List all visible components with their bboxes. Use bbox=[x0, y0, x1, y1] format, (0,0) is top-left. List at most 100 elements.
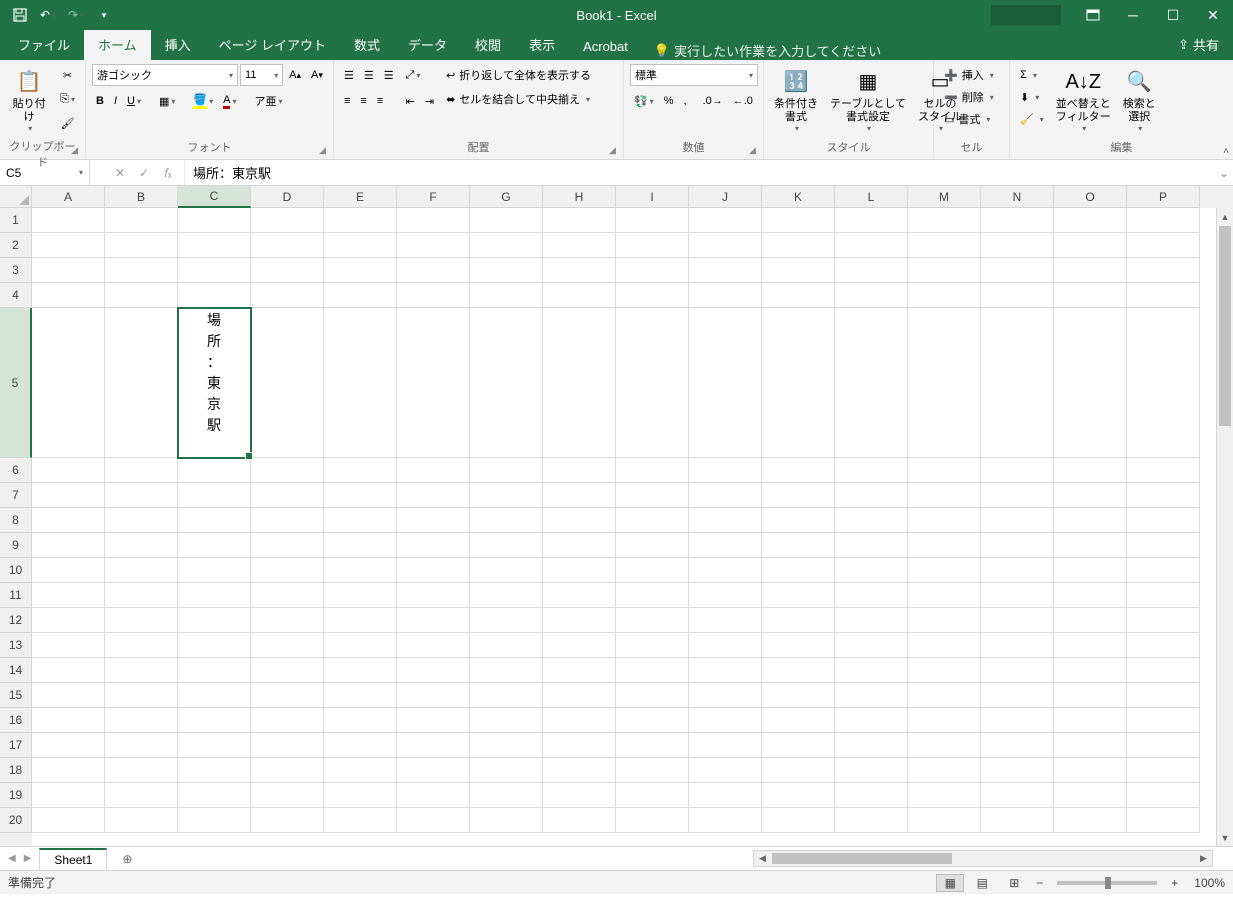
row-header-18[interactable]: 18 bbox=[0, 758, 32, 783]
cell-I12[interactable] bbox=[616, 608, 689, 633]
cell-F4[interactable] bbox=[397, 283, 470, 308]
cell-L7[interactable] bbox=[835, 483, 908, 508]
cell-F9[interactable] bbox=[397, 533, 470, 558]
cell-P15[interactable] bbox=[1127, 683, 1200, 708]
cell-A15[interactable] bbox=[32, 683, 105, 708]
cell-E2[interactable] bbox=[324, 233, 397, 258]
cell-P4[interactable] bbox=[1127, 283, 1200, 308]
cell-G2[interactable] bbox=[470, 233, 543, 258]
cell-I2[interactable] bbox=[616, 233, 689, 258]
cell-C5[interactable]: 場所：東京駅 bbox=[178, 308, 251, 458]
cell-A4[interactable] bbox=[32, 283, 105, 308]
cell-E19[interactable] bbox=[324, 783, 397, 808]
cell-E5[interactable] bbox=[324, 308, 397, 458]
align-left-button[interactable]: ≡ bbox=[340, 90, 354, 112]
scroll-up-button[interactable]: ▲ bbox=[1217, 208, 1233, 225]
cell-A5[interactable] bbox=[32, 308, 105, 458]
cell-K10[interactable] bbox=[762, 558, 835, 583]
cell-K5[interactable] bbox=[762, 308, 835, 458]
cell-O16[interactable] bbox=[1054, 708, 1127, 733]
cell-A8[interactable] bbox=[32, 508, 105, 533]
cell-L11[interactable] bbox=[835, 583, 908, 608]
zoom-slider[interactable] bbox=[1057, 881, 1157, 885]
cell-J18[interactable] bbox=[689, 758, 762, 783]
cell-L5[interactable] bbox=[835, 308, 908, 458]
align-bottom-button[interactable]: ☰ bbox=[380, 64, 398, 86]
cell-N16[interactable] bbox=[981, 708, 1054, 733]
column-header-D[interactable]: D bbox=[251, 186, 324, 208]
cell-N13[interactable] bbox=[981, 633, 1054, 658]
cell-O8[interactable] bbox=[1054, 508, 1127, 533]
cell-K6[interactable] bbox=[762, 458, 835, 483]
cell-L4[interactable] bbox=[835, 283, 908, 308]
cell-D13[interactable] bbox=[251, 633, 324, 658]
cell-G19[interactable] bbox=[470, 783, 543, 808]
cell-M6[interactable] bbox=[908, 458, 981, 483]
row-header-20[interactable]: 20 bbox=[0, 808, 32, 833]
cell-B17[interactable] bbox=[105, 733, 178, 758]
row-header-1[interactable]: 1 bbox=[0, 208, 32, 233]
cell-N11[interactable] bbox=[981, 583, 1054, 608]
cell-H13[interactable] bbox=[543, 633, 616, 658]
cell-K11[interactable] bbox=[762, 583, 835, 608]
horizontal-scroll-thumb[interactable] bbox=[772, 853, 952, 864]
cell-G13[interactable] bbox=[470, 633, 543, 658]
sheet-nav-next[interactable]: ▶ bbox=[24, 853, 32, 864]
cell-G8[interactable] bbox=[470, 508, 543, 533]
cell-N1[interactable] bbox=[981, 208, 1054, 233]
cell-J1[interactable] bbox=[689, 208, 762, 233]
cell-G18[interactable] bbox=[470, 758, 543, 783]
cell-B20[interactable] bbox=[105, 808, 178, 833]
zoom-level[interactable]: 100% bbox=[1194, 876, 1225, 890]
align-top-button[interactable]: ☰ bbox=[340, 64, 358, 86]
cell-C4[interactable] bbox=[178, 283, 251, 308]
cell-B2[interactable] bbox=[105, 233, 178, 258]
cell-H8[interactable] bbox=[543, 508, 616, 533]
cell-F11[interactable] bbox=[397, 583, 470, 608]
cell-J13[interactable] bbox=[689, 633, 762, 658]
cell-C6[interactable] bbox=[178, 458, 251, 483]
cell-B4[interactable] bbox=[105, 283, 178, 308]
cell-N18[interactable] bbox=[981, 758, 1054, 783]
formula-input[interactable]: 場所：東京駅 bbox=[185, 160, 1215, 185]
cell-O11[interactable] bbox=[1054, 583, 1127, 608]
cell-A20[interactable] bbox=[32, 808, 105, 833]
cell-K4[interactable] bbox=[762, 283, 835, 308]
collapse-ribbon-button[interactable]: ˄ bbox=[1223, 146, 1229, 157]
cell-D8[interactable] bbox=[251, 508, 324, 533]
cell-M11[interactable] bbox=[908, 583, 981, 608]
cell-C12[interactable] bbox=[178, 608, 251, 633]
cell-C20[interactable] bbox=[178, 808, 251, 833]
cell-M16[interactable] bbox=[908, 708, 981, 733]
cell-F10[interactable] bbox=[397, 558, 470, 583]
cell-E16[interactable] bbox=[324, 708, 397, 733]
clear-button[interactable]: 🧹▾ bbox=[1016, 108, 1048, 130]
cell-C8[interactable] bbox=[178, 508, 251, 533]
normal-view-button[interactable]: ▦ bbox=[936, 874, 964, 892]
cell-M1[interactable] bbox=[908, 208, 981, 233]
format-cells-button[interactable]: ▭書式▾ bbox=[940, 108, 998, 130]
cell-L10[interactable] bbox=[835, 558, 908, 583]
cell-G9[interactable] bbox=[470, 533, 543, 558]
tab-acrobat[interactable]: Acrobat bbox=[569, 33, 642, 60]
cell-J17[interactable] bbox=[689, 733, 762, 758]
cell-L20[interactable] bbox=[835, 808, 908, 833]
cell-I20[interactable] bbox=[616, 808, 689, 833]
column-header-F[interactable]: F bbox=[397, 186, 470, 208]
cell-H9[interactable] bbox=[543, 533, 616, 558]
cell-O15[interactable] bbox=[1054, 683, 1127, 708]
cell-K14[interactable] bbox=[762, 658, 835, 683]
cell-G7[interactable] bbox=[470, 483, 543, 508]
row-header-5[interactable]: 5 bbox=[0, 308, 32, 458]
phonetic-button[interactable]: ア亜▾ bbox=[250, 90, 286, 112]
tab-insert[interactable]: 挿入 bbox=[151, 29, 205, 60]
cell-J10[interactable] bbox=[689, 558, 762, 583]
cell-I8[interactable] bbox=[616, 508, 689, 533]
cell-L13[interactable] bbox=[835, 633, 908, 658]
cell-D19[interactable] bbox=[251, 783, 324, 808]
cell-A18[interactable] bbox=[32, 758, 105, 783]
cell-E10[interactable] bbox=[324, 558, 397, 583]
cell-J3[interactable] bbox=[689, 258, 762, 283]
cell-P16[interactable] bbox=[1127, 708, 1200, 733]
cell-P19[interactable] bbox=[1127, 783, 1200, 808]
